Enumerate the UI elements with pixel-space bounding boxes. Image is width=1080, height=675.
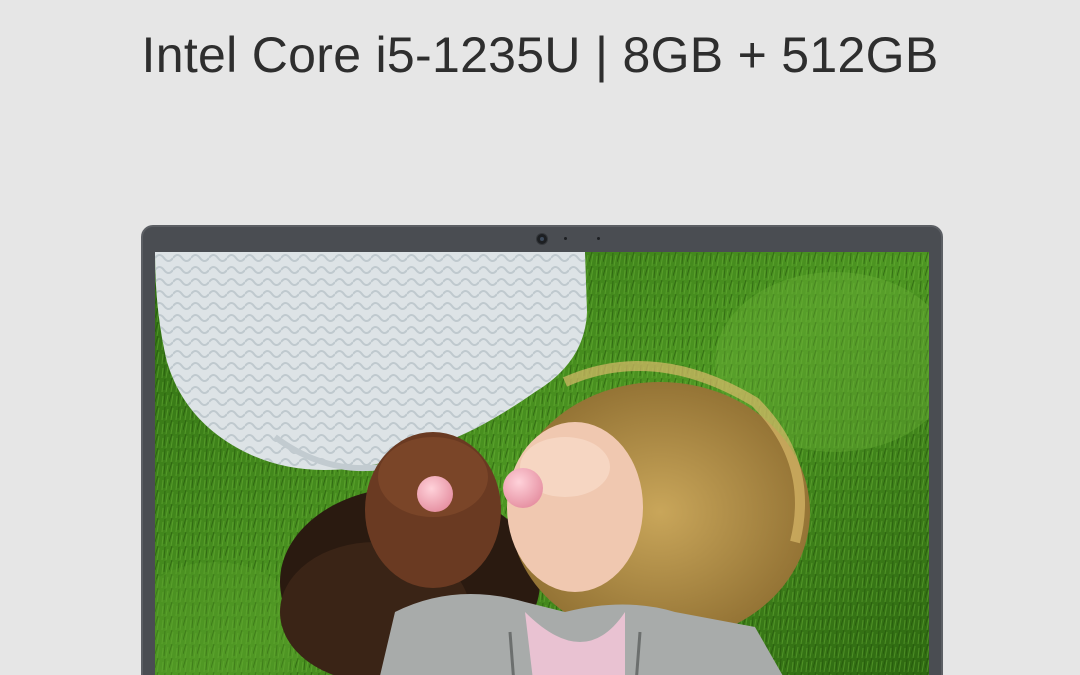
spec-headline: Intel Core i5-1235U | 8GB + 512GB — [141, 27, 939, 83]
top-bezel — [143, 227, 941, 252]
webcam-icon — [537, 234, 547, 244]
laptop-screen — [155, 252, 929, 675]
laptop-display — [141, 225, 943, 675]
screen-photo — [155, 252, 929, 675]
sensor-dot-icon — [564, 237, 567, 240]
sensor-dot-icon — [597, 237, 600, 240]
